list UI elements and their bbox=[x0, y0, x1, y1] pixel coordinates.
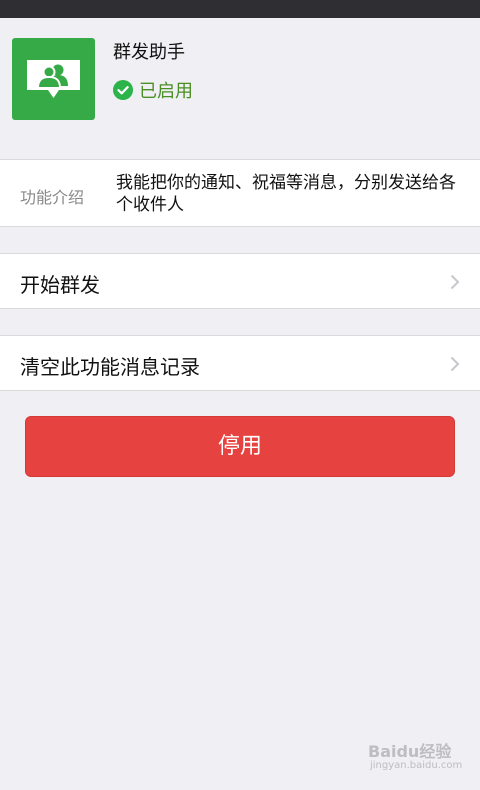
start-group-send-row[interactable]: 开始群发 bbox=[0, 253, 480, 309]
watermark-title: Baidu经验 bbox=[368, 742, 452, 761]
clear-history-row[interactable]: 清空此功能消息记录 bbox=[0, 335, 480, 391]
feature-intro-label: 功能介绍 bbox=[20, 188, 85, 207]
feature-intro-cell: 功能介绍 我能把你的通知、祝福等消息，分别发送给各个收件人 bbox=[0, 159, 480, 227]
feature-intro-description: 我能把你的通知、祝福等消息，分别发送给各个收件人 bbox=[116, 173, 456, 215]
chevron-right-icon bbox=[450, 356, 460, 372]
app-header: 群发助手 已启用 bbox=[0, 18, 480, 128]
check-circle-icon bbox=[113, 80, 133, 100]
nav-title bbox=[180, 0, 300, 14]
row-label: 清空此功能消息记录 bbox=[20, 355, 200, 379]
stop-button[interactable]: 停用 bbox=[25, 416, 455, 477]
group-message-icon bbox=[12, 38, 95, 120]
page: 群发助手 已启用 功能介绍 我能把你的通知、祝福等消息，分别发送给各个收件人 开… bbox=[0, 0, 480, 790]
watermark-url: jingyan.baidu.com bbox=[370, 760, 463, 771]
app-name: 群发助手 bbox=[113, 42, 185, 63]
status-text: 已启用 bbox=[139, 81, 193, 102]
watermark: Baidu经验 jingyan.baidu.com bbox=[368, 738, 468, 778]
navigation-bar bbox=[0, 0, 480, 18]
chevron-right-icon bbox=[450, 274, 460, 290]
back-button[interactable] bbox=[0, 0, 70, 14]
row-label: 开始群发 bbox=[20, 273, 100, 297]
status-indicator: 已启用 bbox=[113, 78, 193, 102]
